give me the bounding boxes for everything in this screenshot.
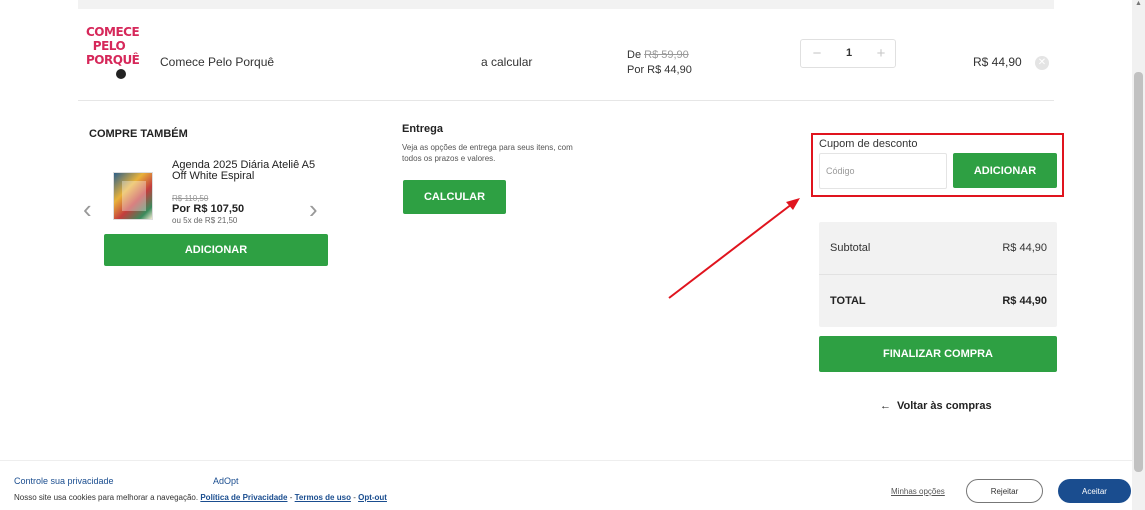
quantity-decrease-button[interactable]: −: [807, 45, 827, 62]
cookie-reject-button[interactable]: Rejeitar: [966, 479, 1043, 503]
annotation-arrow-icon: [668, 198, 800, 299]
coupon-label: Cupom de desconto: [819, 138, 918, 150]
page-scrollbar[interactable]: ▲: [1132, 0, 1145, 510]
item-total: R$ 44,90: [973, 55, 1022, 69]
thumb-dot-icon: [116, 69, 126, 79]
cookie-message: Nosso site usa cookies para melhorar a n…: [14, 493, 199, 502]
cookie-text: Nosso site usa cookies para melhorar a n…: [14, 493, 387, 502]
chevron-left-icon[interactable]: ‹: [83, 196, 92, 222]
scrollbar-thumb[interactable]: [1134, 72, 1143, 472]
summary-divider: [819, 274, 1057, 275]
thumb-line-1: COMECE: [86, 25, 140, 39]
coupon-add-button[interactable]: ADICIONAR: [953, 153, 1057, 188]
order-summary: Subtotal R$ 44,90 TOTAL R$ 44,90: [819, 222, 1057, 327]
subtotal-label: Subtotal: [830, 242, 871, 254]
finish-purchase-button[interactable]: FINALIZAR COMPRA: [819, 336, 1057, 372]
delivery-description: Veja as opções de entrega para seus iten…: [402, 143, 573, 163]
arrow-left-icon: ←: [880, 400, 891, 412]
remove-item-icon[interactable]: ✕: [1035, 56, 1049, 70]
cross-sell-installments: ou 5x de R$ 21,50: [172, 216, 238, 225]
quantity-value[interactable]: 1: [837, 47, 861, 59]
scroll-up-icon[interactable]: ▲: [1135, 0, 1142, 7]
cross-sell-old-price: R$ 110,50: [172, 194, 209, 203]
total-label: TOTAL: [830, 295, 866, 307]
quantity-stepper: − 1 +: [800, 39, 896, 68]
thumb-line-2: PELO: [92, 39, 126, 53]
price-to: Por R$ 44,90: [627, 64, 692, 76]
cross-sell-image-cover: [122, 181, 146, 211]
subtotal-value: R$ 44,90: [1002, 242, 1047, 254]
cart-item-row: COMECE PELO PORQUÊ Comece Pelo Porquê a …: [78, 9, 1054, 101]
cookie-separator: -: [353, 493, 356, 502]
cart-table-header: [78, 0, 1054, 9]
item-shipping: a calcular: [481, 55, 533, 69]
cookie-title: Controle sua privacidade: [14, 476, 114, 486]
privacy-policy-link[interactable]: Política de Privacidade: [200, 493, 287, 502]
cross-sell-add-button[interactable]: ADICIONAR: [104, 234, 328, 266]
cart-page: COMECE PELO PORQUÊ Comece Pelo Porquê a …: [0, 0, 1145, 510]
cookie-options-link[interactable]: Minhas opções: [891, 487, 945, 496]
opt-out-link[interactable]: Opt-out: [358, 493, 387, 502]
product-name[interactable]: Comece Pelo Porquê: [160, 55, 274, 69]
back-to-shopping-link[interactable]: ← Voltar às compras: [880, 400, 992, 412]
cookie-brand[interactable]: AdOpt: [213, 476, 239, 486]
terms-of-use-link[interactable]: Termos de uso: [295, 493, 351, 502]
cookie-accept-button[interactable]: Aceitar: [1058, 479, 1131, 503]
chevron-right-icon[interactable]: ›: [309, 196, 318, 222]
cookie-separator: -: [289, 493, 293, 502]
calculate-shipping-button[interactable]: CALCULAR: [403, 180, 506, 214]
cookie-consent-bar: Controle sua privacidade AdOpt Nosso sit…: [0, 460, 1132, 510]
back-to-shopping-label: Voltar às compras: [897, 400, 992, 412]
quantity-increase-button[interactable]: +: [871, 45, 891, 62]
cross-sell-title: COMPRE TAMBÉM: [89, 128, 188, 140]
cross-sell-product-image[interactable]: [113, 172, 153, 220]
thumb-line-3: PORQUÊ: [86, 53, 140, 67]
price-from: De R$ 59,90: [627, 49, 689, 61]
price-from-value: R$ 59,90: [644, 49, 689, 61]
price-from-label: De: [627, 49, 642, 61]
product-thumbnail[interactable]: COMECE PELO PORQUÊ: [86, 25, 140, 85]
total-value: R$ 44,90: [1002, 295, 1047, 307]
cross-sell-price: Por R$ 107,50: [172, 203, 245, 215]
cross-sell-product-name[interactable]: Agenda 2025 Diária Ateliê A5 Off White E…: [172, 160, 332, 182]
delivery-title: Entrega: [402, 123, 443, 135]
coupon-code-input[interactable]: [819, 153, 947, 189]
